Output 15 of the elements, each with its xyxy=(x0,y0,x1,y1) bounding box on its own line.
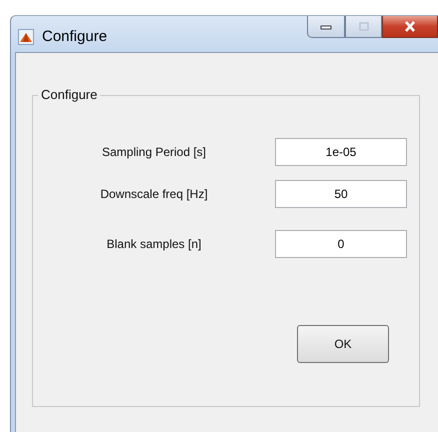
field-label: Downscale freq [Hz] xyxy=(99,187,209,201)
minimize-icon xyxy=(320,24,332,30)
close-button[interactable] xyxy=(382,16,438,38)
input-field[interactable]: 1e-05 xyxy=(275,138,407,166)
app-icon xyxy=(18,28,34,44)
minimize-button[interactable] xyxy=(307,16,345,38)
panel-title: Configure xyxy=(38,87,100,102)
close-icon xyxy=(404,21,416,32)
field-label: Sampling Period [s] xyxy=(100,145,208,159)
input-field[interactable]: 50 xyxy=(275,180,407,208)
window-title: Configure xyxy=(42,28,108,45)
ok-button[interactable]: OK xyxy=(297,325,389,363)
field-label: Blank samples [n] xyxy=(106,237,202,251)
maximize-icon xyxy=(358,22,368,31)
input-field[interactable]: 0 xyxy=(275,230,407,258)
